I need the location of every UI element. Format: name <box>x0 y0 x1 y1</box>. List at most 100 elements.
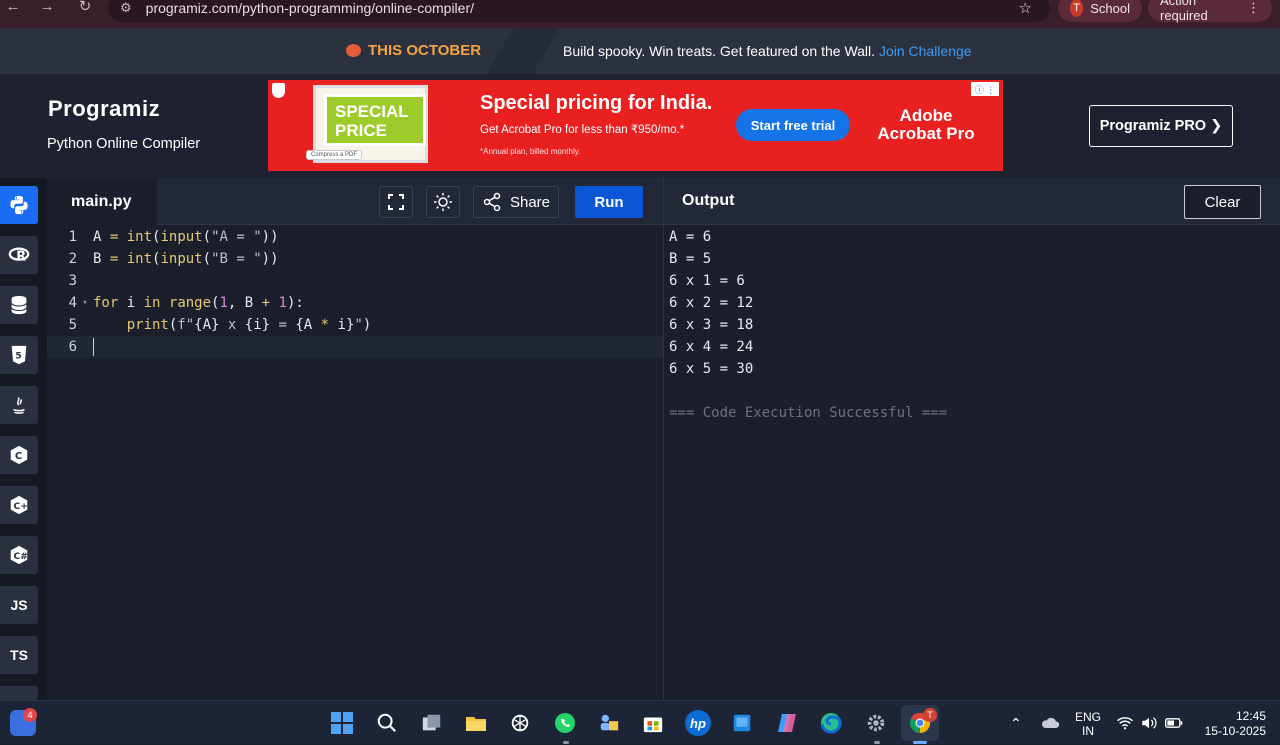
code-text: print(f"{A} x {i} = {A * i}") <box>126 317 372 333</box>
code-line[interactable]: 3 <box>47 270 663 292</box>
reload-icon[interactable]: ↻ <box>72 0 98 16</box>
output-console[interactable]: A = 6 B = 5 6 x 1 = 6 6 x 2 = 12 6 x 3 =… <box>669 226 947 424</box>
html5-icon[interactable]: 5 <box>0 336 38 374</box>
wifi-icon[interactable] <box>1116 701 1134 745</box>
windows-taskbar: 4 hp T ⌃ ENG IN 12:45 15-10-2025 <box>0 700 1280 744</box>
ad-subtext: Get Acrobat Pro for less than ₹950/mo.* <box>480 124 685 136</box>
code-line[interactable]: 5 print(f"{A} x {i} = {A * i}") <box>47 314 663 336</box>
share-icon <box>483 192 501 212</box>
clear-button[interactable]: Clear <box>1184 185 1261 219</box>
fullscreen-icon <box>388 194 404 210</box>
programiz-pro-button[interactable]: Programiz PRO ❯ <box>1089 105 1233 147</box>
promo-message: Build spooky. Win treats. Get featured o… <box>563 43 972 59</box>
site-settings-icon[interactable]: ⚙ <box>120 0 132 16</box>
back-icon[interactable]: ← <box>0 0 26 16</box>
line-number: 5 <box>68 317 77 333</box>
line-number: 3 <box>68 273 77 289</box>
sql-icon[interactable] <box>0 286 38 324</box>
tray-overflow-icon[interactable]: ⌃ <box>1010 701 1022 745</box>
promo-banner: THIS OCTOBER Build spooky. Win treats. G… <box>0 28 1280 74</box>
task-view-icon[interactable] <box>419 710 445 736</box>
cpp-icon[interactable]: C+ <box>0 486 38 524</box>
windows-start-icon[interactable] <box>329 710 355 736</box>
chrome-profile-badge: T <box>923 708 937 722</box>
editor-toolbar: main.py Share Run <box>47 178 663 226</box>
share-label: Share <box>509 193 551 211</box>
system-clock[interactable]: 12:45 15-10-2025 <box>1196 709 1266 739</box>
input-language-indicator[interactable]: ENG IN <box>1073 710 1103 738</box>
csharp-icon[interactable]: C# <box>0 536 38 574</box>
svg-text:C#: C# <box>14 551 29 562</box>
copilot-icon[interactable] <box>774 710 800 736</box>
lang-line2: IN <box>1082 724 1094 738</box>
c-lang-icon[interactable]: C <box>0 436 38 474</box>
url-text: programiz.com/python-programming/online-… <box>145 0 475 16</box>
window-app-icon[interactable] <box>729 710 755 736</box>
programiz-logo[interactable]: Programiz <box>48 96 160 122</box>
ad-headline: Special pricing for India. <box>480 92 713 114</box>
profile-avatar: T <box>1070 0 1084 17</box>
ad-info-icon[interactable]: ⓘ ⋮ <box>971 82 999 96</box>
theme-toggle-button[interactable] <box>426 186 460 218</box>
line-number: 1 <box>68 229 77 245</box>
browser-toolbar: ← → ↻ ⚙ programiz.com/python-programming… <box>0 0 1280 28</box>
microsoft-store-icon[interactable] <box>640 710 666 736</box>
output-header: Output Clear <box>664 178 1280 225</box>
search-icon[interactable] <box>374 710 400 736</box>
site-header: Programiz Python Online Compiler SPECIAL… <box>0 74 1280 178</box>
execution-status: === Code Execution Successful === <box>669 405 948 421</box>
adobe-acrobat-logo: Adobe Acrobat Pro <box>877 106 975 143</box>
line-number: 2 <box>68 251 77 267</box>
output-line: 6 x 3 = 18 <box>669 317 754 333</box>
advertisement[interactable]: SPECIAL PRICE Compress a PDF Special pri… <box>268 80 1003 171</box>
file-explorer-icon[interactable] <box>463 710 489 736</box>
svg-text:R: R <box>16 250 26 265</box>
output-line: A = 6 <box>669 229 712 245</box>
clock-date: 15-10-2025 <box>1204 724 1266 738</box>
bookmark-star-icon[interactable]: ☆ <box>1019 0 1032 17</box>
onedrive-cloud-icon[interactable] <box>1040 701 1060 745</box>
clock-time: 12:45 <box>1235 709 1266 723</box>
hp-icon[interactable]: hp <box>685 710 711 736</box>
java-icon[interactable] <box>0 386 38 424</box>
r-lang-icon[interactable]: R <box>0 236 38 274</box>
profile-chip[interactable]: T School <box>1058 0 1142 22</box>
chatgpt-icon[interactable] <box>507 710 533 736</box>
start-free-trial-button[interactable]: Start free trial <box>736 109 850 141</box>
code-editor-panel: main.py Share Run 1 A = int(input("A = "… <box>47 178 663 700</box>
ad-fineprint: *Annual plan, billed monthly. <box>480 147 581 156</box>
line-number: 6 <box>68 339 77 355</box>
code-line-current[interactable]: 6 <box>47 336 663 358</box>
code-line[interactable]: 2 B = int(input("B = ")) <box>47 248 663 270</box>
svg-text:5: 5 <box>15 351 21 362</box>
whatsapp-icon[interactable] <box>552 710 578 736</box>
address-bar[interactable]: ⚙ programiz.com/python-programming/onlin… <box>108 0 1050 22</box>
output-title: Output <box>682 192 735 209</box>
python-icon[interactable] <box>0 186 38 224</box>
fold-toggle-icon[interactable]: ▾ <box>77 298 93 308</box>
code-area[interactable]: 1 A = int(input("A = ")) 2 B = int(input… <box>47 226 663 358</box>
battery-icon[interactable] <box>1164 701 1184 745</box>
people-app-icon[interactable] <box>596 710 622 736</box>
menu-dots-icon[interactable]: ⋮ <box>1247 0 1260 16</box>
code-text: B = int(input("B = ")) <box>93 251 279 267</box>
code-line[interactable]: 4 ▾ for i in range(1, B + 1): <box>47 292 663 314</box>
javascript-icon[interactable]: JS <box>0 586 38 624</box>
settings-gear-icon[interactable] <box>863 710 889 736</box>
file-tab-main-py[interactable]: main.py <box>47 178 157 226</box>
next-language-icon[interactable] <box>0 686 38 700</box>
run-button[interactable]: Run <box>575 186 643 218</box>
forward-icon[interactable]: → <box>34 0 60 16</box>
action-required-chip[interactable]: Action required ⋮ <box>1148 0 1272 23</box>
join-challenge-link[interactable]: Join Challenge <box>879 43 972 59</box>
typescript-icon[interactable]: TS <box>0 636 38 674</box>
ad-stamp-text: SPECIAL PRICE <box>324 94 426 146</box>
output-panel: Output Clear A = 6 B = 5 6 x 1 = 6 6 x 2… <box>663 178 1280 700</box>
output-line: 6 x 4 = 24 <box>669 339 754 355</box>
edge-icon[interactable] <box>818 710 844 736</box>
code-line[interactable]: 1 A = int(input("A = ")) <box>47 226 663 248</box>
fullscreen-button[interactable] <box>379 186 413 218</box>
volume-icon[interactable] <box>1140 701 1158 745</box>
share-button[interactable]: Share <box>473 186 559 218</box>
